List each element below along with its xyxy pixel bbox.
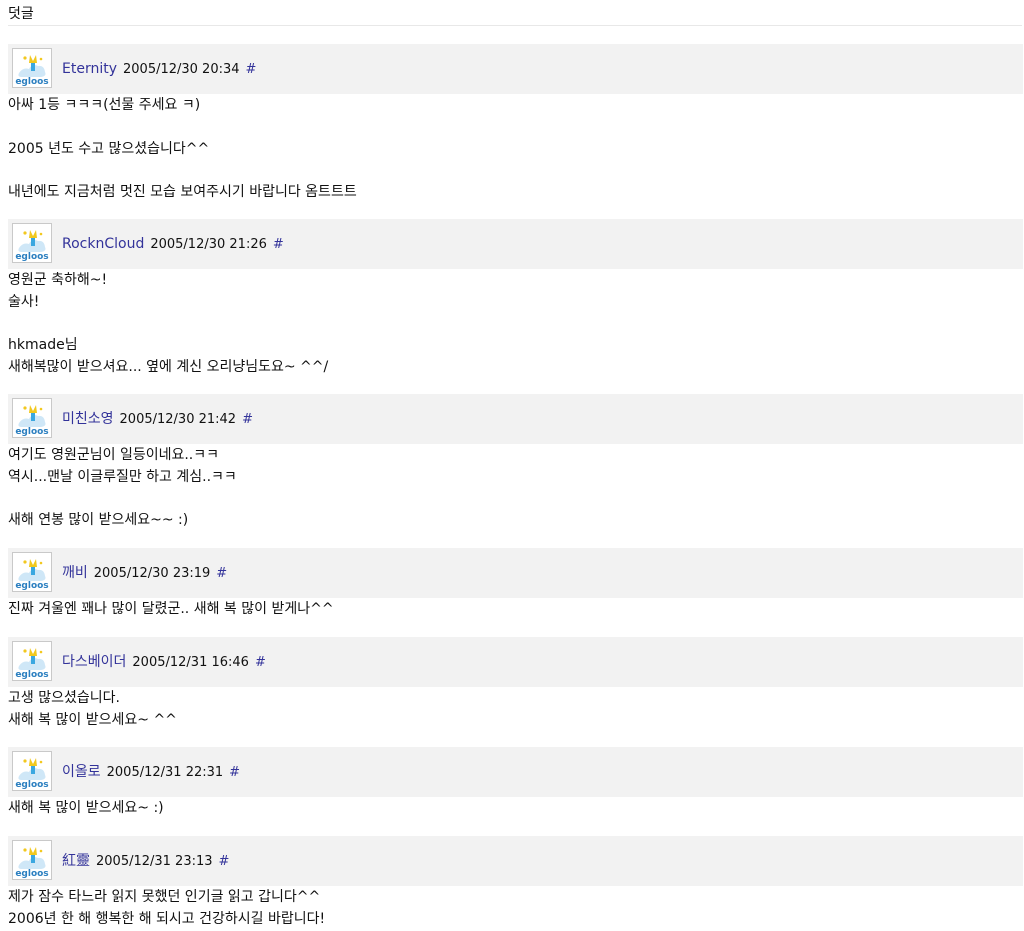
comment-author-link[interactable]: 미친소영 [62,411,114,427]
comment-timestamp: 2005/12/30 21:26 [150,237,267,252]
comment-text-line: 고생 많으셨습니다. [8,690,120,706]
comment-meta: 미친소영 2005/12/30 21:42 # [62,409,253,430]
comment-text-line: 내년에도 지금처럼 멋진 모습 보여주시기 바랍니다 옴트트트 [8,184,357,201]
comment-author-link[interactable]: Eternity [62,61,117,77]
comment-permalink[interactable]: # [216,566,227,581]
comment-permalink[interactable]: # [242,412,253,427]
comment-text-line: 새해복많이 받으셔요... 옆에 계신 오리냥님도요~ ^^/ [8,359,329,376]
egloos-avatar-icon[interactable]: egloos [12,641,52,681]
comment-meta: 다스베이더 2005/12/31 16:46 # [62,652,266,673]
comment-header: egloos 다스베이더 2005/12/31 16:46 # [8,637,1023,687]
comment-text-line: 아싸 1등 ㅋㅋㅋ(선물 주세요 ㅋ) [8,97,201,113]
comment-text-line: hkmade님 [8,337,78,354]
egloos-avatar-icon[interactable]: egloos [12,751,52,791]
comment-timestamp: 2005/12/30 21:42 [119,412,237,427]
avatar-label: egloos [15,670,48,680]
comment-text-line [8,489,1023,511]
comment-meta: 이올로 2005/12/31 22:31 # [62,762,240,783]
comment-body: 진짜 겨울엔 꽤나 많이 달렸군.. 새해 복 많이 받게나^^ [8,598,1023,621]
comment-item: egloos Eternity 2005/12/30 20:34 # 아싸 1등 ㅋㅋㅋ… [8,44,1023,204]
comment-text-line: 영원군 축하해~! [8,272,108,288]
avatar-label: egloos [15,427,48,437]
comment-text-line: 진짜 겨울엔 꽤나 많이 달렸군.. 새해 복 많이 받게나^^ [8,601,334,617]
egloos-avatar-graphic: egloos [13,752,51,790]
comment-author-link[interactable]: 이올로 [62,764,101,780]
egloos-avatar-icon[interactable]: egloos [12,48,52,88]
comment-timestamp: 2005/12/30 23:19 [93,566,211,581]
comment-text-line: 새해 복 많이 받으세요~ :) [8,800,164,816]
comment-item: egloos RocknCloud 2005/12/30 21:26 # 영원군 축하해… [8,219,1023,379]
comment-text-line: 술사! [8,293,40,310]
comment-body: 영원군 축하해~! 술사! hkmade님새해복많이 받으셔요... 옆에 계신 오… [8,269,1023,379]
egloos-avatar-graphic: egloos [13,49,51,87]
egloos-avatar-graphic: egloos [13,841,51,879]
egloos-avatar-icon[interactable]: egloos [12,398,52,438]
comments-section-title: 덧글 [8,6,34,22]
egloos-avatar-graphic: egloos [13,642,51,680]
comment-text-line: 새해 복 많이 받으세요~ ^^ [8,711,177,728]
comment-text-line [8,160,1023,182]
comment-body: 새해 복 많이 받으세요~ :) [8,797,1023,820]
comment-author-link[interactable]: 紅靈 [62,853,90,869]
comment-header: egloos RocknCloud 2005/12/30 21:26 # [8,219,1023,269]
comment-item: egloos 다스베이더 2005/12/31 16:46 # 고생 많으셨습니다. 새해… [8,637,1023,732]
egloos-avatar-icon[interactable]: egloos [12,223,52,263]
comment-author-link[interactable]: 다스베이더 [62,654,126,670]
comment-text-line [8,314,1023,336]
comment-timestamp: 2005/12/31 16:46 [132,655,249,670]
comment-text-line: 제가 잠수 타느라 읽지 못했던 인기글 읽고 갑니다^^ [8,889,321,905]
comment-text-line: 여기도 영원군님이 일등이네요..ㅋㅋ [8,447,219,463]
egloos-avatar-graphic: egloos [13,553,51,591]
comment-meta: RocknCloud 2005/12/30 21:26 # [62,234,284,255]
comment-meta: Eternity 2005/12/30 20:34 # [62,59,256,80]
comment-text-line: 역시...맨날 이글루질만 하고 계심..ㅋㅋ [8,468,237,485]
comment-body: 제가 잠수 타느라 읽지 못했던 인기글 읽고 갑니다^^ 2006년 한 해 행… [8,886,1023,931]
comment-body: 아싸 1등 ㅋㅋㅋ(선물 주세요 ㅋ) 2005 년도 수고 많으셨습니다^^ 내년… [8,94,1023,204]
comment-timestamp: 2005/12/31 23:13 [96,854,213,869]
avatar-label: egloos [15,252,48,262]
comment-text-line [8,117,1023,139]
comment-text-line: 2006년 한 해 행복한 해 되시고 건강하시길 바랍니다! [8,910,326,927]
avatar-label: egloos [15,77,48,87]
comment-permalink[interactable]: # [273,237,284,252]
comment-header: egloos 이올로 2005/12/31 22:31 # [8,747,1023,797]
comment-timestamp: 2005/12/31 22:31 [106,765,224,780]
section-divider [8,25,1022,26]
comment-timestamp: 2005/12/30 20:34 [123,62,240,77]
comment-header: egloos 깨비 2005/12/30 23:19 # [8,548,1023,598]
avatar-label: egloos [15,780,48,790]
egloos-avatar-icon[interactable]: egloos [12,840,52,880]
comment-item: egloos 깨비 2005/12/30 23:19 # 진짜 겨울엔 꽤나 많이 달렸… [8,548,1023,621]
comment-permalink[interactable]: # [229,765,240,780]
comment-item: egloos 이올로 2005/12/31 22:31 # 새해 복 많이 받으세요~ … [8,747,1023,820]
comment-body: 여기도 영원군님이 일등이네요..ㅋㅋ 역시...맨날 이글루질만 하고 계심..… [8,444,1023,532]
comment-permalink[interactable]: # [255,655,266,670]
comment-text-line: 2005 년도 수고 많으셨습니다^^ [8,140,210,157]
comment-header: egloos 紅靈 2005/12/31 23:13 # [8,836,1023,886]
egloos-avatar-icon[interactable]: egloos [12,552,52,592]
avatar-label: egloos [15,869,48,879]
comment-item: egloos 紅靈 2005/12/31 23:13 # 제가 잠수 타느라 읽지 못했… [8,836,1023,931]
comment-permalink[interactable]: # [219,854,230,869]
egloos-avatar-graphic: egloos [13,224,51,262]
comment-author-link[interactable]: 깨비 [62,565,88,581]
comment-body: 고생 많으셨습니다. 새해 복 많이 받으세요~ ^^ [8,687,1023,732]
comment-permalink[interactable]: # [246,62,257,77]
comment-author-link[interactable]: RocknCloud [62,236,144,252]
comment-meta: 紅靈 2005/12/31 23:13 # [62,851,229,872]
comment-header: egloos 미친소영 2005/12/30 21:42 # [8,394,1023,444]
comment-header: egloos Eternity 2005/12/30 20:34 # [8,44,1023,94]
comment-text-line: 새해 연봉 많이 받으세요~~ :) [8,512,189,529]
comment-item: egloos 미친소영 2005/12/30 21:42 # 여기도 영원군님이 일등이… [8,394,1023,532]
egloos-avatar-graphic: egloos [13,399,51,437]
comment-meta: 깨비 2005/12/30 23:19 # [62,563,227,584]
avatar-label: egloos [15,581,48,591]
